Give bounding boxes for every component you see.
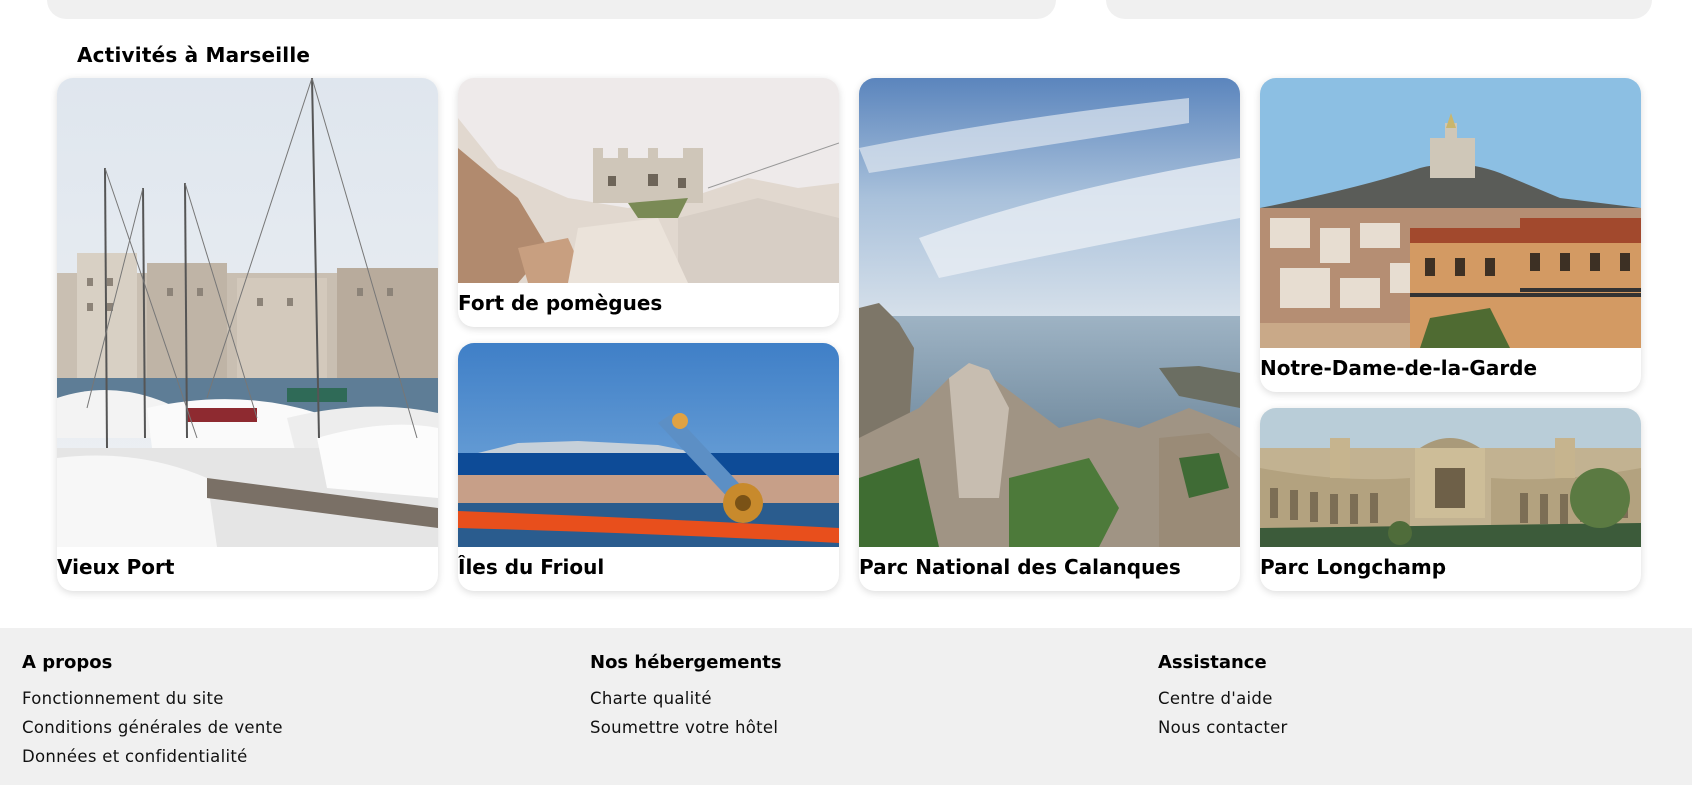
activity-label: Parc Longchamp <box>1260 555 1447 579</box>
activity-card-fort-de-pomegues[interactable]: Fort de pomègues <box>458 78 839 327</box>
footer-column-assistance: Assistance Centre d'aide Nous contacter <box>1158 652 1288 742</box>
footer: A propos Fonctionnement du site Conditio… <box>0 628 1692 785</box>
iles-du-frioul-image <box>458 343 839 547</box>
section-title: Activités à Marseille <box>77 43 311 67</box>
activity-card-vieux-port[interactable]: Vieux Port <box>57 78 438 591</box>
footer-link-centre-aide[interactable]: Centre d'aide <box>1158 684 1288 713</box>
fort-de-pomegues-image <box>458 78 839 283</box>
footer-heading: Nos hébergements <box>590 652 782 673</box>
footer-column-hebergements: Nos hébergements Charte qualité Soumettr… <box>590 652 782 742</box>
activity-label: Parc National des Calanques <box>859 555 1181 579</box>
activity-card-parc-national-des-calanques[interactable]: Parc National des Calanques <box>859 78 1240 591</box>
notre-dame-image <box>1260 78 1641 348</box>
activity-label: Fort de pomègues <box>458 291 663 315</box>
activity-card-iles-du-frioul[interactable]: Îles du Frioul <box>458 343 839 591</box>
footer-link-confidentialite[interactable]: Données et confidentialité <box>22 742 283 771</box>
footer-link-soumettre-hotel[interactable]: Soumettre votre hôtel <box>590 713 782 742</box>
footer-link-charte-qualite[interactable]: Charte qualité <box>590 684 782 713</box>
footer-link-nous-contacter[interactable]: Nous contacter <box>1158 713 1288 742</box>
footer-link-fonctionnement[interactable]: Fonctionnement du site <box>22 684 283 713</box>
top-card-left <box>47 0 1056 19</box>
footer-link-cgv[interactable]: Conditions générales de vente <box>22 713 283 742</box>
activity-label: Vieux Port <box>57 555 175 579</box>
calanques-image <box>859 78 1240 547</box>
activity-label: Îles du Frioul <box>458 555 605 579</box>
activity-label: Notre-Dame-de-la-Garde <box>1260 356 1538 380</box>
parc-longchamp-image <box>1260 408 1641 547</box>
top-card-right <box>1106 0 1652 19</box>
footer-column-a-propos: A propos Fonctionnement du site Conditio… <box>22 652 283 771</box>
activity-card-notre-dame-de-la-garde[interactable]: Notre-Dame-de-la-Garde <box>1260 78 1641 392</box>
vieux-port-image <box>57 78 438 547</box>
footer-heading: A propos <box>22 652 113 673</box>
footer-heading: Assistance <box>1158 652 1267 673</box>
activity-card-parc-longchamp[interactable]: Parc Longchamp <box>1260 408 1641 591</box>
